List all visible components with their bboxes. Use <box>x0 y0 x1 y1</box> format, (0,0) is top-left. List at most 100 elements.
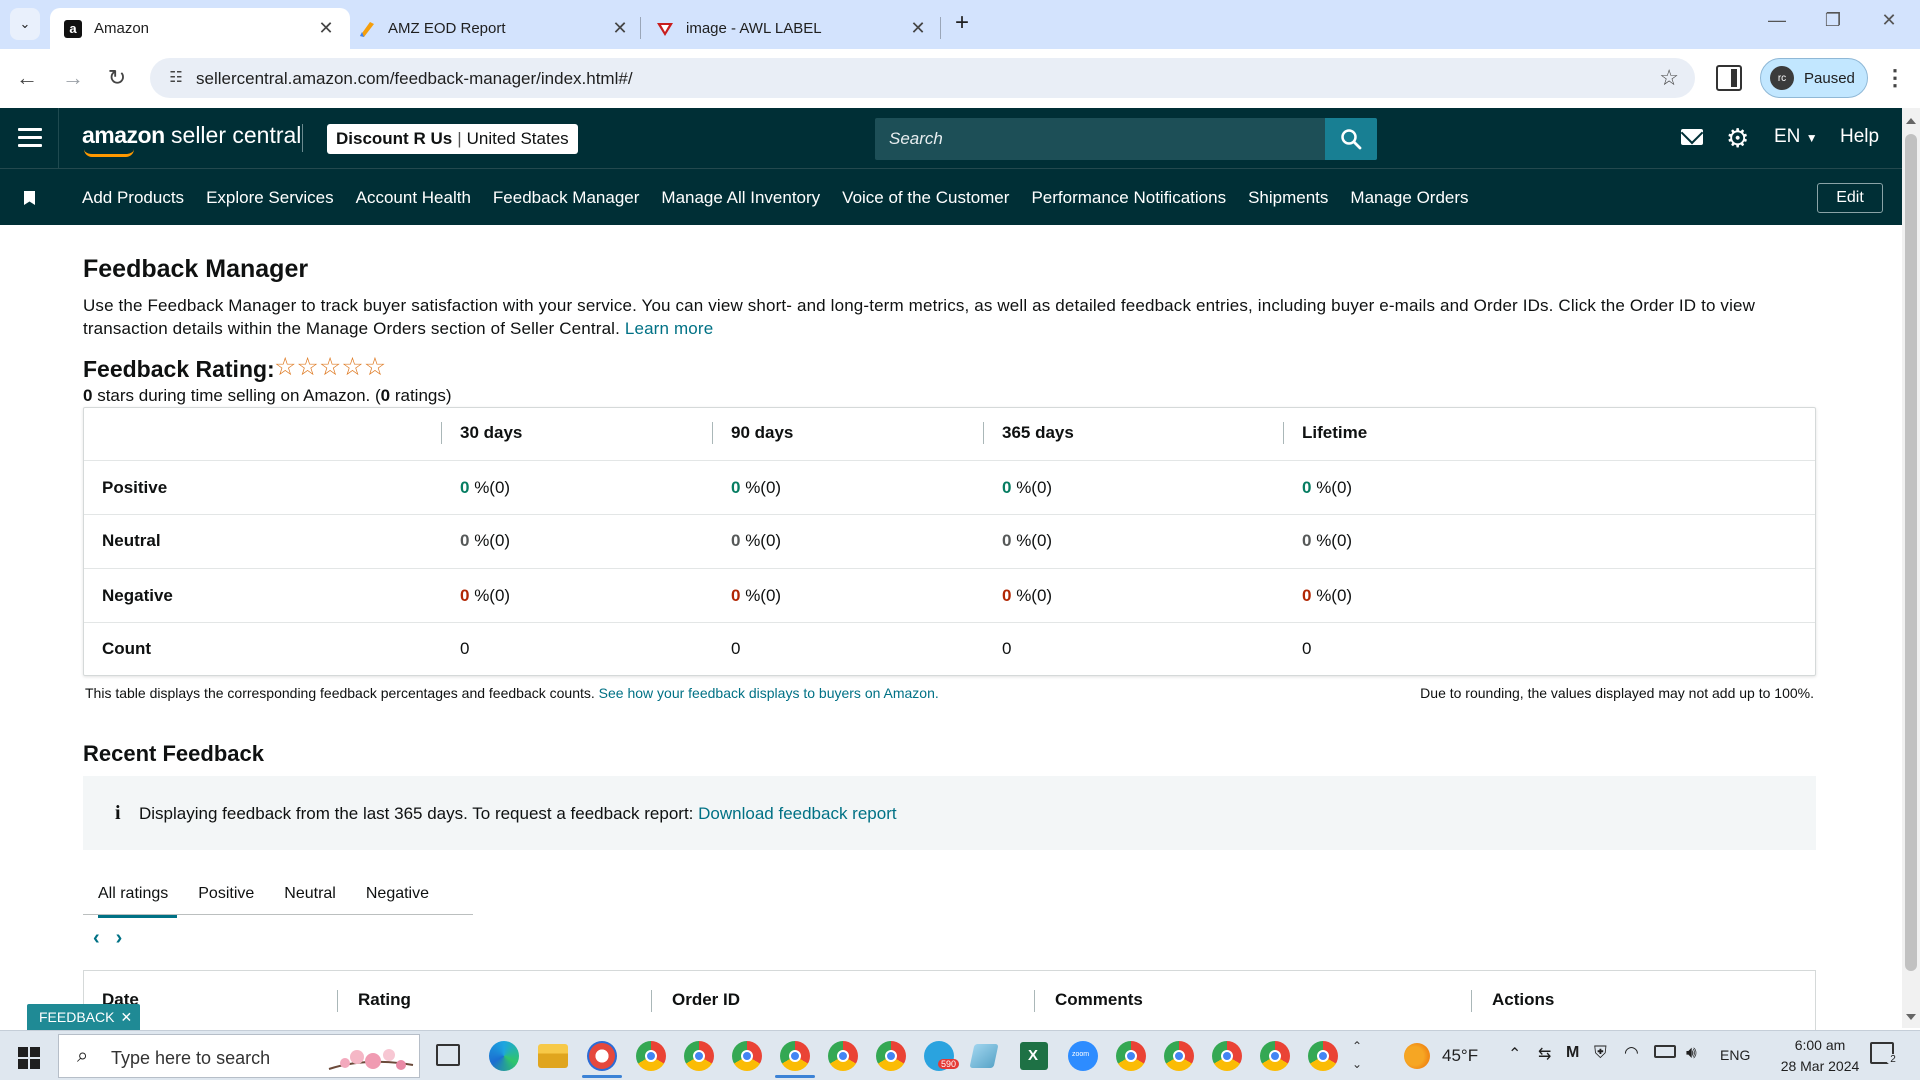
language-selector[interactable]: EN ▼ <box>1774 126 1818 148</box>
row-label: Count <box>102 639 152 658</box>
learn-more-link[interactable]: Learn more <box>625 319 713 338</box>
nav-feedback-manager[interactable]: Feedback Manager <box>493 188 639 208</box>
restore-icon[interactable]: ❐ <box>1818 10 1848 38</box>
browser-toolbar: ← → ↻ ☷ sellercentral.amazon.com/feedbac… <box>0 49 1920 108</box>
wifi-icon[interactable]: ◠ <box>1624 1043 1639 1063</box>
close-tab-icon[interactable]: ✕ <box>610 18 630 39</box>
chevron-right-icon[interactable]: › <box>116 927 123 950</box>
chrome-profile-icon[interactable] <box>780 1041 810 1071</box>
browser-tab-eod-report[interactable]: AMZ EOD Report ✕ <box>344 8 644 49</box>
bookmark-star-icon[interactable]: ☆ <box>1659 65 1679 91</box>
new-tab-icon[interactable]: + <box>950 11 974 36</box>
notes-app-icon[interactable] <box>969 1044 999 1068</box>
scroll-down-icon[interactable] <box>1906 1014 1916 1020</box>
tab-search-button[interactable]: ⌄ <box>10 8 40 40</box>
nav-explore-services[interactable]: Explore Services <box>206 188 334 208</box>
seller-central-logo[interactable]: amazon seller central <box>82 122 301 157</box>
awl-icon <box>656 20 674 38</box>
chrome-profile-icon[interactable] <box>1260 1041 1290 1071</box>
chrome-profile-icon[interactable] <box>1308 1041 1338 1071</box>
address-bar[interactable]: ☷ sellercentral.amazon.com/feedback-mana… <box>150 58 1695 98</box>
chrome-profile-icon[interactable] <box>1164 1041 1194 1071</box>
chrome-profile-icon[interactable] <box>876 1041 906 1071</box>
column-header-comments[interactable]: Comments <box>1055 990 1143 1010</box>
nav-add-products[interactable]: Add Products <box>82 188 184 208</box>
network-switch-icon[interactable]: ⇆ <box>1538 1044 1551 1064</box>
close-icon[interactable]: ✕ <box>120 1009 132 1026</box>
count-value: %(0) <box>740 531 782 550</box>
show-hidden-icons-icon[interactable]: ⌃ <box>1508 1044 1521 1064</box>
mail-icon[interactable] <box>1681 129 1703 145</box>
feedback-widget-button[interactable]: FEEDBACK ✕ <box>27 1004 141 1030</box>
column-header-order-id[interactable]: Order ID <box>672 990 740 1010</box>
file-explorer-icon[interactable] <box>538 1044 568 1068</box>
column-header-rating[interactable]: Rating <box>358 990 411 1010</box>
gear-icon[interactable]: ⚙ <box>1726 123 1749 154</box>
search-button[interactable] <box>1325 118 1377 160</box>
pen-icon <box>358 20 376 38</box>
store-selector[interactable]: Discount R Us | United States <box>327 124 578 154</box>
battery-icon[interactable] <box>1654 1045 1676 1058</box>
help-link[interactable]: Help <box>1840 126 1879 148</box>
chrome-icon[interactable] <box>1116 1041 1146 1071</box>
browser-tab-awl-label[interactable]: image - AWL LABEL ✕ <box>642 8 942 49</box>
window-close-icon[interactable]: ✕ <box>1874 10 1904 38</box>
seller-search-input[interactable]: Search <box>875 118 1377 160</box>
notifications-icon[interactable]: 2 <box>1870 1042 1900 1065</box>
forward-icon[interactable]: → <box>58 63 88 93</box>
security-shield-icon[interactable]: ⛨ <box>1594 1043 1607 1063</box>
chrome-profile-icon[interactable] <box>732 1041 762 1071</box>
nav-manage-all-inventory[interactable]: Manage All Inventory <box>661 188 820 208</box>
browser-menu-icon[interactable]: ⋮ <box>1884 63 1906 93</box>
nav-shipments[interactable]: Shipments <box>1248 188 1328 208</box>
weather-temperature[interactable]: 45°F <box>1442 1046 1478 1066</box>
telegram-icon[interactable]: 590 <box>924 1041 960 1071</box>
scroll-up-icon[interactable] <box>1906 118 1916 124</box>
edit-nav-button[interactable]: Edit <box>1817 183 1883 213</box>
tab-positive[interactable]: Positive <box>183 865 269 917</box>
clock[interactable]: 6:00 am 28 Mar 2024 <box>1765 1035 1875 1077</box>
nav-manage-orders[interactable]: Manage Orders <box>1350 188 1468 208</box>
profile-button[interactable]: rc Paused <box>1760 58 1868 98</box>
back-icon[interactable]: ← <box>12 63 42 93</box>
chrome-icon[interactable] <box>636 1041 666 1071</box>
edge-icon[interactable] <box>489 1041 519 1071</box>
task-view-icon[interactable] <box>436 1044 460 1066</box>
download-feedback-report-link[interactable]: Download feedback report <box>698 804 896 823</box>
taskbar-search-input[interactable]: ⌕ Type here to search <box>58 1034 420 1078</box>
tab-all-ratings[interactable]: All ratings <box>83 865 183 918</box>
weather-icon[interactable] <box>1404 1043 1430 1069</box>
nav-account-health[interactable]: Account Health <box>356 188 471 208</box>
feedback-display-link[interactable]: See how your feedback displays to buyers… <box>599 685 939 701</box>
chart-app-icon[interactable]: M <box>1566 1044 1579 1062</box>
close-tab-icon[interactable]: ✕ <box>316 18 336 39</box>
browser-tab-amazon[interactable]: a Amazon ✕ <box>50 8 350 49</box>
chrome-profile-icon[interactable] <box>684 1041 714 1071</box>
taskbar-overflow-icon[interactable]: ⌃ ⌄ <box>1352 1037 1362 1073</box>
tab-negative[interactable]: Negative <box>351 865 444 917</box>
site-info-icon[interactable]: ☷ <box>166 68 186 88</box>
reload-icon[interactable]: ↻ <box>102 63 132 93</box>
input-language[interactable]: ENG <box>1720 1047 1750 1063</box>
excel-icon[interactable]: X <box>1020 1042 1048 1070</box>
zoom-icon[interactable]: zoom <box>1068 1041 1098 1071</box>
nav-voice-of-the-customer[interactable]: Voice of the Customer <box>842 188 1009 208</box>
scroll-thumb[interactable] <box>1905 134 1917 971</box>
volume-icon[interactable]: 🔊︎ <box>1686 1043 1697 1063</box>
chevron-left-icon[interactable]: ‹ <box>93 927 100 950</box>
bookmark-icon[interactable] <box>24 191 35 205</box>
side-panel-icon[interactable] <box>1716 65 1742 91</box>
snipping-tool-icon[interactable] <box>587 1041 617 1071</box>
chrome-profile-icon[interactable] <box>1212 1041 1242 1071</box>
tab-neutral[interactable]: Neutral <box>269 865 351 917</box>
column-separator <box>441 422 442 444</box>
nav-performance-notifications[interactable]: Performance Notifications <box>1031 188 1226 208</box>
page-scrollbar[interactable] <box>1902 108 1920 1028</box>
close-tab-icon[interactable]: ✕ <box>908 18 928 39</box>
chrome-profile-icon[interactable] <box>828 1041 858 1071</box>
minimize-icon[interactable]: — <box>1762 10 1792 38</box>
column-header: 30 days <box>460 423 523 442</box>
windows-start-icon[interactable] <box>18 1047 40 1069</box>
hamburger-menu-icon[interactable] <box>18 128 42 148</box>
url-text[interactable]: sellercentral.amazon.com/feedback-manage… <box>196 69 633 89</box>
